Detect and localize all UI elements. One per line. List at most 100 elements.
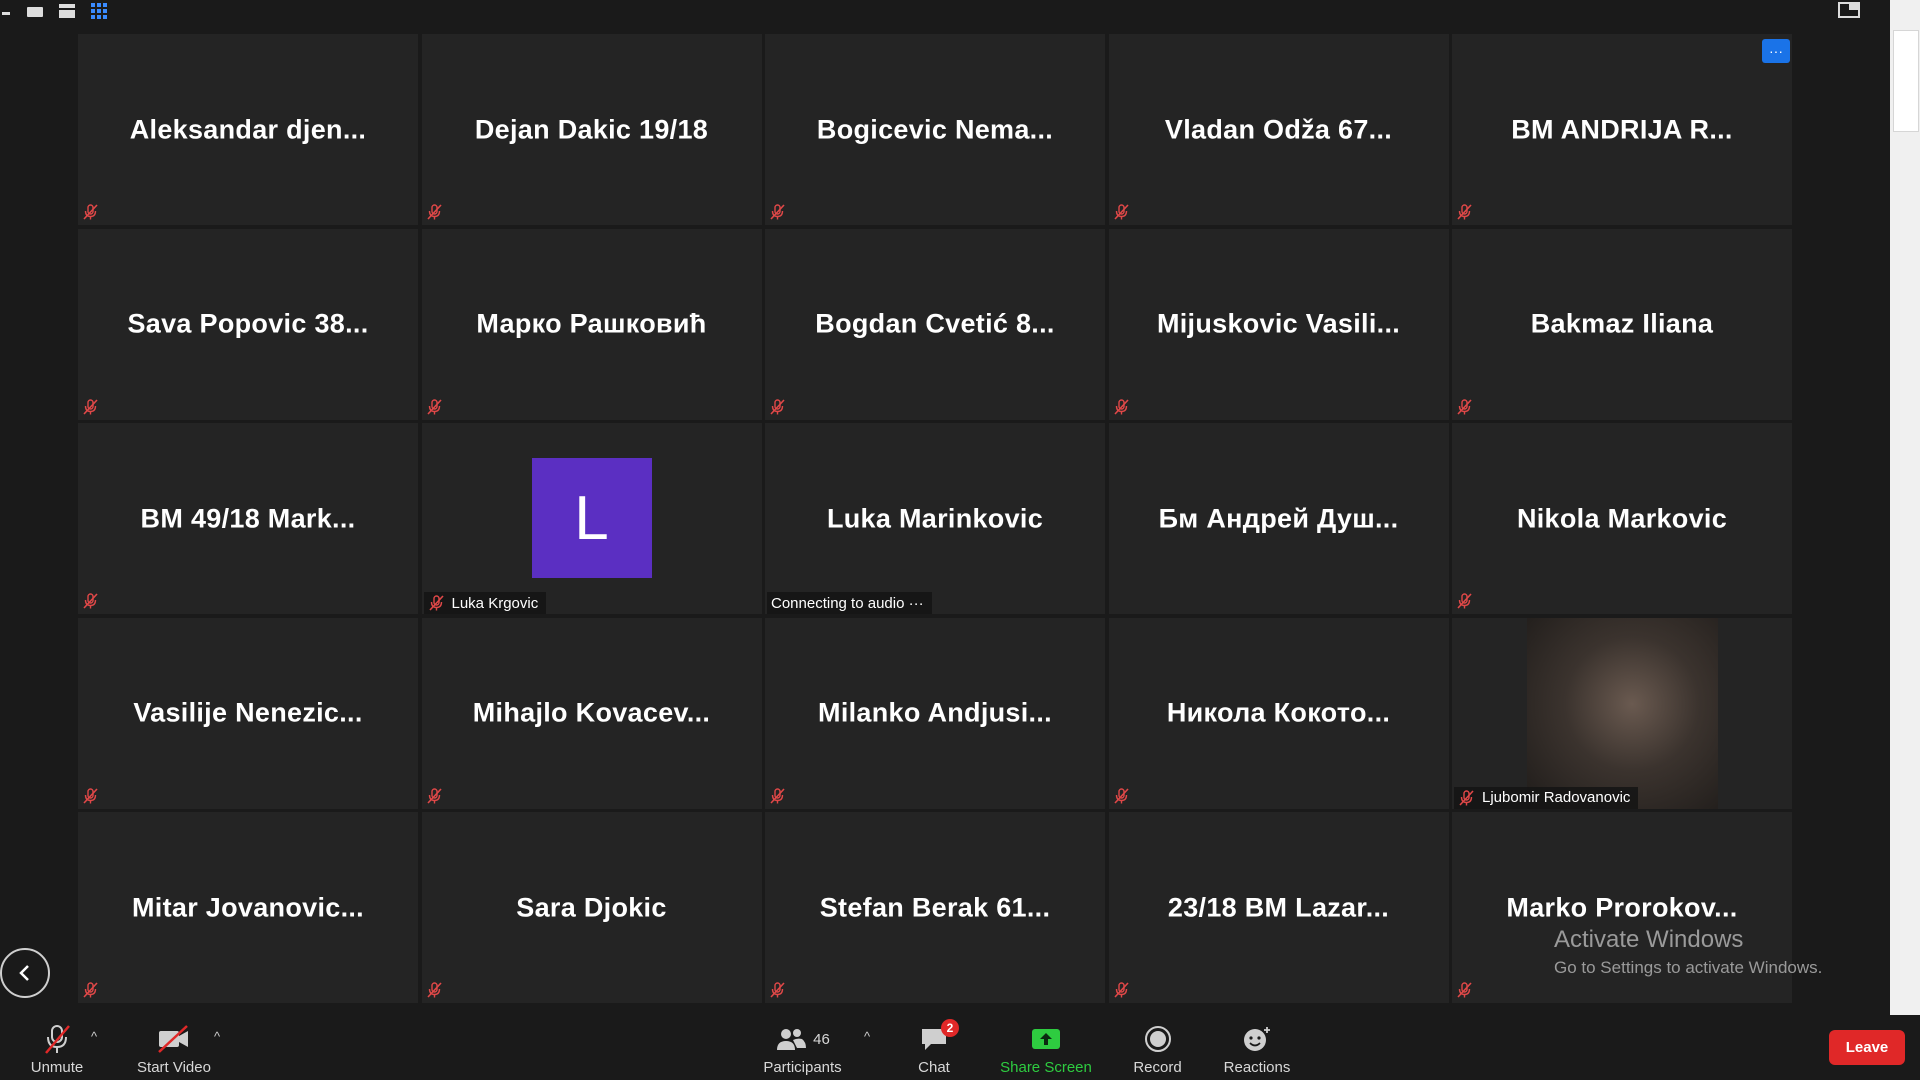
participant-name: Mihajlo Kovacev... <box>472 697 711 728</box>
participant-name: Bogicevic Nema... <box>816 114 1054 144</box>
participant-avatar: L <box>531 458 652 578</box>
participant-video-feed <box>1527 617 1718 809</box>
participant-name: Bakmaz Iliana <box>1530 308 1714 339</box>
participant-label: Connecting to audio ··· <box>767 592 932 614</box>
video-options-caret-icon[interactable]: ^ <box>214 1029 220 1044</box>
microphone-muted-icon <box>769 398 787 416</box>
microphone-muted-icon <box>1456 592 1474 610</box>
participant-tile[interactable]: Ljubomir Radovanovic <box>1452 617 1792 809</box>
reactions-button[interactable]: Reactions <box>1222 1015 1292 1080</box>
participant-tile[interactable]: Dejan Dakic 19/18 <box>421 34 762 225</box>
microphone-muted-icon <box>82 592 100 610</box>
microphone-muted-icon <box>45 1025 70 1054</box>
participant-tile[interactable]: Bakmaz Iliana <box>1452 228 1792 420</box>
share-screen-button[interactable]: Share Screen <box>998 1015 1094 1080</box>
more-options-button[interactable]: ··· <box>1762 39 1790 63</box>
participant-tile[interactable]: Марко Рашковић <box>421 228 762 420</box>
microphone-muted-icon <box>1113 981 1131 999</box>
chevron-left-icon <box>19 965 29 981</box>
watermark-subtitle: Go to Settings to activate Windows. <box>1554 958 1823 977</box>
microphone-muted-icon <box>82 981 100 999</box>
start-video-button[interactable]: Start Video <box>134 1015 214 1080</box>
participant-tile[interactable]: Никола Кокото... <box>1108 617 1449 809</box>
view-switcher <box>0 0 110 22</box>
microphone-muted-icon <box>1458 789 1476 807</box>
participants-icon <box>777 1029 807 1050</box>
participant-tile[interactable]: Aleksandar djen... <box>78 34 418 225</box>
participant-tile[interactable]: Mijuskovic Vasili... <box>1108 228 1449 420</box>
participant-name: Mijuskovic Vasili... <box>1156 308 1401 339</box>
participant-tile[interactable]: Nikola Markovic <box>1452 423 1792 614</box>
microphone-muted-icon <box>426 787 444 805</box>
leave-button[interactable]: Leave <box>1829 1030 1905 1065</box>
reactions-label: Reactions <box>1223 1059 1291 1076</box>
record-button[interactable]: Record <box>1130 1015 1185 1080</box>
participant-name: Vladan Odža 67... <box>1164 114 1393 144</box>
microphone-muted-icon <box>1113 787 1131 805</box>
gallery-view-icon[interactable] <box>90 2 110 20</box>
unmute-button[interactable]: Unmute <box>24 1015 90 1080</box>
participant-name: Aleksandar djen... <box>129 114 367 144</box>
record-label: Record <box>1133 1059 1182 1076</box>
microphone-muted-icon <box>1456 981 1474 999</box>
participant-name: Марко Рашковић <box>476 308 707 339</box>
microphone-muted-icon <box>426 203 444 221</box>
participant-name: Sava Popovic 38... <box>127 308 369 339</box>
participant-tile[interactable]: L Luka Krgovic <box>421 423 762 614</box>
chat-button[interactable]: 2 Chat <box>912 1015 959 1080</box>
record-icon <box>1144 1026 1171 1052</box>
participant-tile[interactable]: Stefan Berak 61... <box>765 812 1105 1003</box>
audio-options-caret-icon[interactable]: ^ <box>91 1029 97 1044</box>
participant-name: BM ANDRIJA R... <box>1511 114 1733 144</box>
strip-view-icon[interactable] <box>58 3 76 19</box>
participant-name: Stefan Berak 61... <box>819 892 1051 922</box>
participant-tile[interactable]: Vasilije Nenezic... <box>78 617 418 809</box>
participant-label: Luka Krgovic <box>423 592 547 614</box>
microphone-muted-icon <box>1456 398 1474 416</box>
participant-tile[interactable]: Vladan Odža 67... <box>1108 34 1449 225</box>
microphone-muted-icon <box>1456 203 1474 221</box>
participant-name: Никола Кокото... <box>1166 697 1391 728</box>
participant-tile[interactable]: Luka Marinkovic Connecting to audio ··· <box>765 423 1105 614</box>
participant-name: Vasilije Nenezic... <box>133 697 363 728</box>
watermark-title: Activate Windows <box>1554 926 1744 953</box>
participants-options-caret-icon[interactable]: ^ <box>864 1029 870 1044</box>
microphone-muted-icon <box>426 981 444 999</box>
meeting-toolbar: Unmute ^ Start Video ^ 46 Participants ^ <box>0 1015 1920 1080</box>
participants-label: Participants <box>763 1059 842 1076</box>
speaker-view-icon[interactable] <box>26 4 44 18</box>
share-screen-icon <box>1032 1029 1060 1049</box>
participant-tile[interactable]: Бм Андрей Душ... <box>1108 423 1449 614</box>
scrollbar[interactable] <box>1890 0 1920 1015</box>
participant-tile[interactable]: Sava Popovic 38... <box>78 228 418 420</box>
activate-windows-watermark: Activate Windows Go to Settings to activ… <box>1554 926 1822 978</box>
participant-label-text: Ljubomir Radovanovic <box>1482 789 1631 806</box>
top-bar <box>0 0 1890 30</box>
exit-fullscreen-icon[interactable] <box>1838 2 1860 18</box>
participant-tile[interactable]: Milanko Andjusi... <box>765 617 1105 809</box>
share-screen-label: Share Screen <box>1000 1059 1092 1076</box>
participant-tile[interactable]: Sara Djokic <box>421 812 762 1003</box>
microphone-muted-icon <box>426 398 444 416</box>
participant-label: Ljubomir Radovanovic <box>1454 786 1639 809</box>
participant-tile[interactable]: Mihajlo Kovacev... <box>421 617 762 809</box>
participant-tile[interactable]: Mitar Jovanovic... <box>78 812 418 1003</box>
microphone-muted-icon <box>769 203 787 221</box>
chat-unread-badge: 2 <box>941 1019 959 1037</box>
microphone-muted-icon <box>1113 203 1131 221</box>
participant-label-text: Connecting to audio ··· <box>771 594 924 612</box>
minimize-icon[interactable] <box>2 4 12 18</box>
scrollbar-thumb[interactable] <box>1893 30 1919 132</box>
participant-name: Marko Prorokov... <box>1506 892 1738 922</box>
participant-tile[interactable]: BM 49/18 Mark... <box>78 423 418 614</box>
participant-tile[interactable]: Bogdan Cvetić 8... <box>765 228 1105 420</box>
participant-tile[interactable]: BM ANDRIJA R... <box>1452 34 1792 225</box>
microphone-muted-icon <box>1113 398 1131 416</box>
participant-name: Bogdan Cvetić 8... <box>815 308 1055 339</box>
reactions-smiley-icon <box>1244 1027 1270 1051</box>
participant-name: Dejan Dakic 19/18 <box>474 114 709 144</box>
participants-button[interactable]: 46 Participants <box>760 1015 845 1080</box>
participant-tile[interactable]: Bogicevic Nema... <box>765 34 1105 225</box>
previous-page-button[interactable] <box>0 948 50 998</box>
participant-tile[interactable]: 23/18 BM Lazar... <box>1108 812 1449 1003</box>
